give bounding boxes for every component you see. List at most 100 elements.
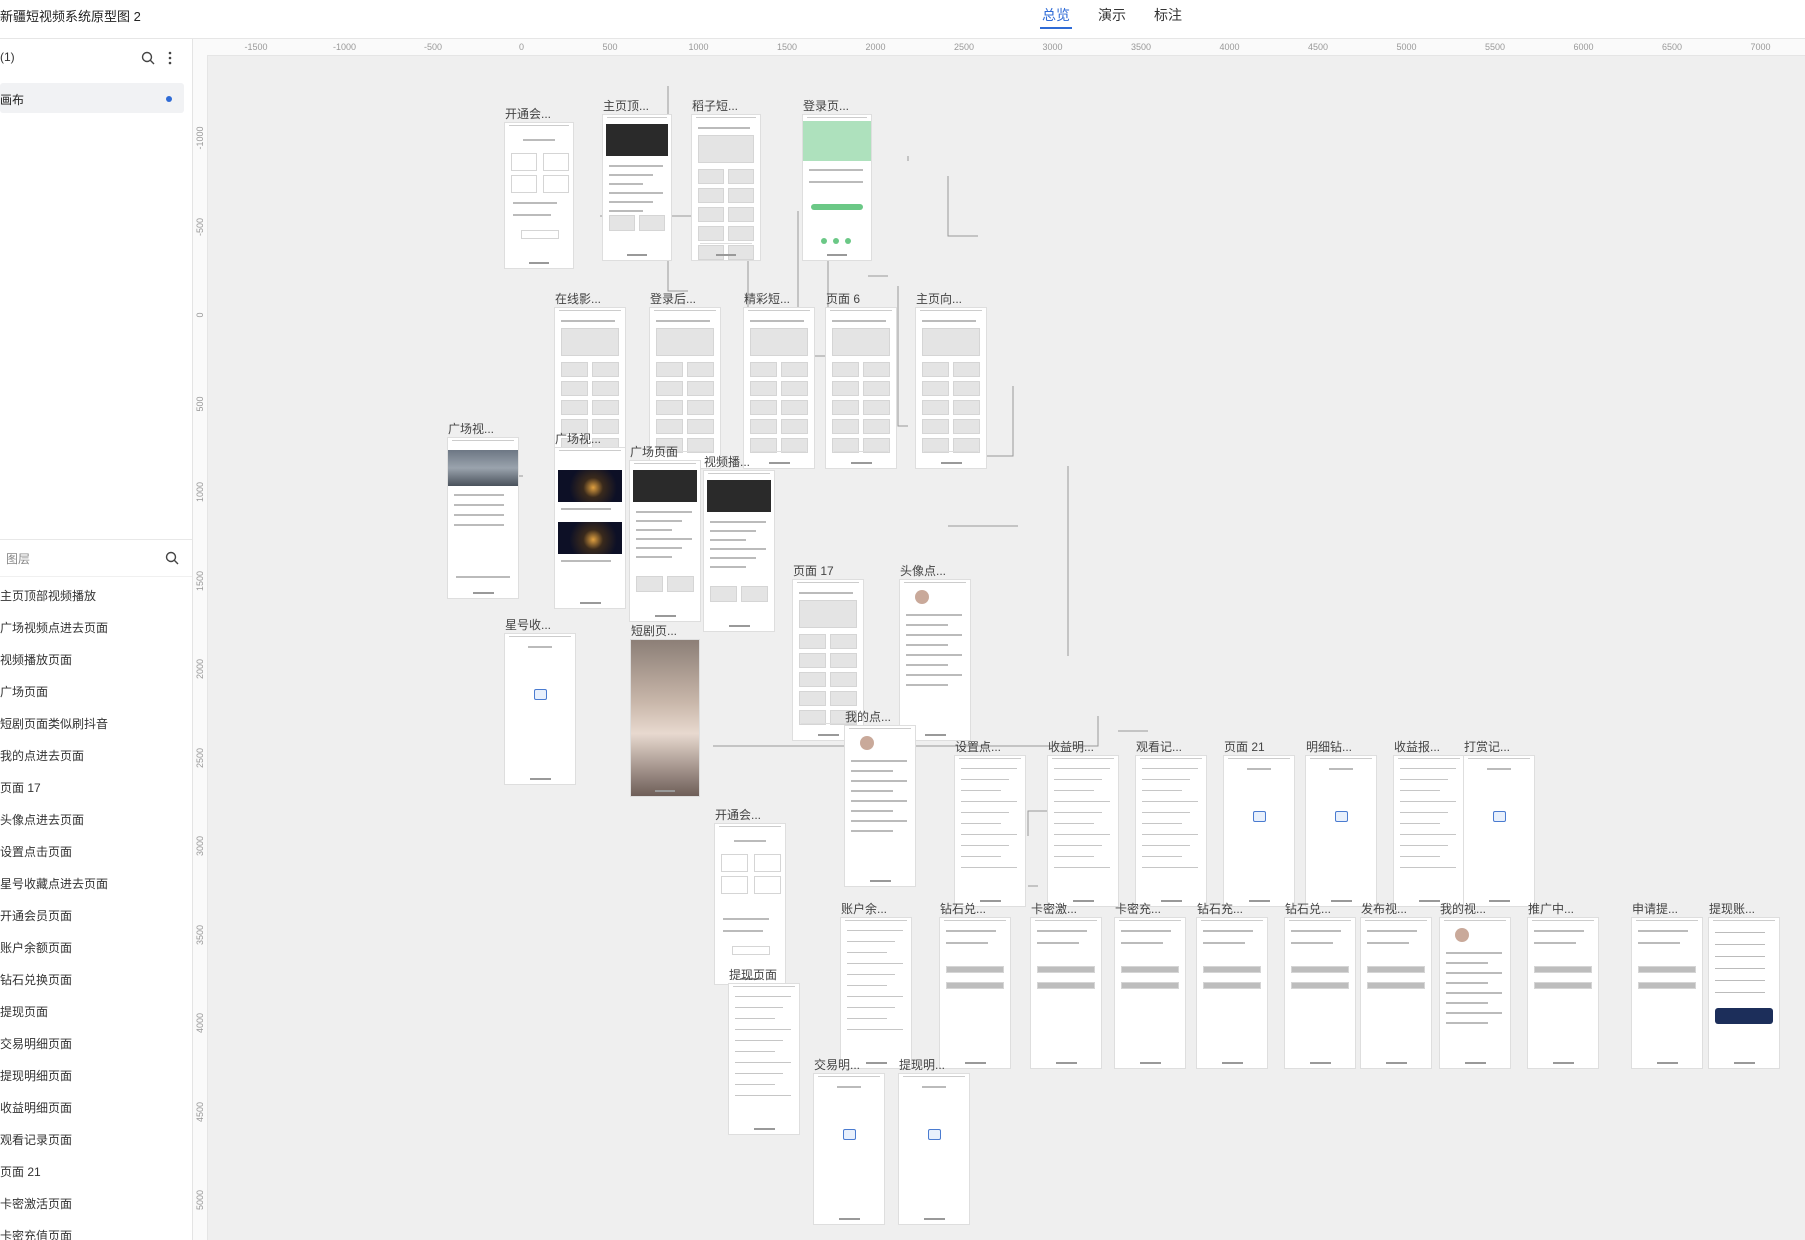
more-options-icon[interactable] bbox=[162, 50, 178, 66]
artboard-label[interactable]: 账户余... bbox=[841, 900, 887, 917]
design-canvas[interactable]: 开通会... 主页顶... 稻子短... 登录页... 在线影... 登录后... 精彩短.… bbox=[208, 56, 1805, 1240]
artboard-label[interactable]: 我的视... bbox=[1440, 900, 1486, 917]
artboard-label[interactable]: 主页顶... bbox=[603, 97, 649, 114]
search-icon[interactable] bbox=[140, 50, 156, 66]
artboard-label[interactable]: 设置点... bbox=[955, 738, 1001, 755]
tab-overview[interactable]: 总览 bbox=[1040, 0, 1072, 32]
artboard[interactable]: 短剧页... bbox=[631, 624, 699, 796]
layer-item[interactable]: 视频播放页面 bbox=[0, 645, 192, 677]
artboard[interactable]: 收益明... bbox=[1048, 740, 1118, 906]
layer-item[interactable]: 我的点进去页面 bbox=[0, 741, 192, 773]
layers-search-input[interactable]: 图层 bbox=[6, 550, 30, 567]
artboard-label[interactable]: 打赏记... bbox=[1464, 738, 1510, 755]
artboard[interactable]: 主页顶... bbox=[603, 99, 671, 260]
artboard-label[interactable]: 短剧页... bbox=[631, 622, 677, 639]
artboard[interactable]: 头像点... bbox=[900, 564, 970, 740]
artboard[interactable]: 推广中... bbox=[1528, 902, 1598, 1068]
artboard[interactable]: 观看记... bbox=[1136, 740, 1206, 906]
layer-item[interactable]: 广场视频点进去页面 bbox=[0, 613, 192, 645]
artboard-label[interactable]: 广场页面 bbox=[630, 443, 678, 460]
artboard-label[interactable]: 钻石充... bbox=[1197, 900, 1243, 917]
artboard-label[interactable]: 主页向... bbox=[916, 290, 962, 307]
layer-item[interactable]: 设置点击页面 bbox=[0, 837, 192, 869]
layer-item[interactable]: 账户余额页面 bbox=[0, 933, 192, 965]
layer-item[interactable]: 观看记录页面 bbox=[0, 1125, 192, 1157]
layer-item[interactable]: 钻石兑换页面 bbox=[0, 965, 192, 997]
layer-item[interactable]: 短剧页面类似刷抖音 bbox=[0, 709, 192, 741]
artboard[interactable]: 页面 6 bbox=[826, 292, 896, 468]
artboard-label[interactable]: 头像点... bbox=[900, 562, 946, 579]
layer-item[interactable]: 星号收藏点进去页面 bbox=[0, 869, 192, 901]
artboard[interactable]: 设置点... bbox=[955, 740, 1025, 906]
artboard[interactable]: 页面 21 bbox=[1224, 740, 1294, 906]
artboard-label[interactable]: 登录后... bbox=[650, 290, 696, 307]
layer-item[interactable]: 页面 17 bbox=[0, 773, 192, 805]
artboard[interactable]: 登录页... bbox=[803, 99, 871, 260]
artboard[interactable]: 精彩短... bbox=[744, 292, 814, 468]
layer-item[interactable]: 广场页面 bbox=[0, 677, 192, 709]
artboard-label[interactable]: 收益报... bbox=[1394, 738, 1440, 755]
page-item-canvas[interactable]: 画布 bbox=[0, 83, 184, 113]
artboard[interactable]: 钻石兑... bbox=[940, 902, 1010, 1068]
artboard-label[interactable]: 推广中... bbox=[1528, 900, 1574, 917]
layer-item[interactable]: 提现页面 bbox=[0, 997, 192, 1029]
artboard[interactable]: 明细钻... bbox=[1306, 740, 1376, 906]
artboard[interactable]: 星号收... bbox=[505, 618, 575, 784]
artboard-label[interactable]: 钻石兑... bbox=[940, 900, 986, 917]
artboard[interactable]: 交易明... bbox=[814, 1058, 884, 1224]
layers-search-icon[interactable] bbox=[164, 550, 180, 566]
artboard[interactable]: 主页向... bbox=[916, 292, 986, 468]
artboard[interactable]: 卡密充... bbox=[1115, 902, 1185, 1068]
layer-item[interactable]: 开通会员页面 bbox=[0, 901, 192, 933]
artboard-label[interactable]: 在线影... bbox=[555, 290, 601, 307]
layer-item[interactable]: 主页顶部视频播放 bbox=[0, 581, 192, 613]
artboard-label[interactable]: 精彩短... bbox=[744, 290, 790, 307]
artboard[interactable]: 提现明... bbox=[899, 1058, 969, 1224]
artboard-label[interactable]: 钻石兑... bbox=[1285, 900, 1331, 917]
artboard-label[interactable]: 卡密激... bbox=[1031, 900, 1077, 917]
layer-item[interactable]: 卡密充值页面 bbox=[0, 1221, 192, 1240]
artboard-label[interactable]: 提现页面 bbox=[729, 966, 777, 983]
artboard[interactable]: 广场视... bbox=[555, 432, 625, 608]
tab-present[interactable]: 演示 bbox=[1096, 0, 1128, 32]
artboard-label[interactable]: 稻子短... bbox=[692, 97, 738, 114]
artboard-label[interactable]: 登录页... bbox=[803, 97, 849, 114]
layer-item[interactable]: 交易明细页面 bbox=[0, 1029, 192, 1061]
artboard-label[interactable]: 页面 17 bbox=[793, 562, 834, 579]
artboard[interactable]: 收益报... bbox=[1394, 740, 1464, 906]
layer-item[interactable]: 提现明细页面 bbox=[0, 1061, 192, 1093]
artboard-label[interactable]: 交易明... bbox=[814, 1056, 860, 1073]
artboard-label[interactable]: 提现账... bbox=[1709, 900, 1755, 917]
artboard-label[interactable]: 卡密充... bbox=[1115, 900, 1161, 917]
artboard-label[interactable]: 页面 6 bbox=[826, 290, 860, 307]
artboard[interactable]: 申请提... bbox=[1632, 902, 1702, 1068]
artboard[interactable]: 打赏记... bbox=[1464, 740, 1534, 906]
artboard-label[interactable]: 发布视... bbox=[1361, 900, 1407, 917]
artboard-label[interactable]: 广场视... bbox=[448, 420, 494, 437]
artboard-label[interactable]: 星号收... bbox=[505, 616, 551, 633]
tab-annotate[interactable]: 标注 bbox=[1152, 0, 1184, 32]
artboard[interactable]: 广场视... bbox=[448, 422, 518, 598]
artboard[interactable]: 我的点... bbox=[845, 710, 915, 886]
artboard[interactable]: 稻子短... bbox=[692, 99, 760, 260]
artboard[interactable]: 钻石兑... bbox=[1285, 902, 1355, 1068]
artboard[interactable]: 开通会... bbox=[505, 107, 573, 268]
artboard-label[interactable]: 我的点... bbox=[845, 708, 891, 725]
artboard-label[interactable]: 开通会... bbox=[715, 806, 761, 823]
artboard[interactable]: 提现账... bbox=[1709, 902, 1779, 1068]
artboard-label[interactable]: 视频播... bbox=[704, 453, 750, 470]
artboard[interactable]: 账户余... bbox=[841, 902, 911, 1068]
artboard-label[interactable]: 收益明... bbox=[1048, 738, 1094, 755]
artboard-label[interactable]: 页面 21 bbox=[1224, 738, 1265, 755]
layer-item[interactable]: 页面 21 bbox=[0, 1157, 192, 1189]
artboard-label[interactable]: 提现明... bbox=[899, 1056, 945, 1073]
artboard[interactable]: 提现页面 bbox=[729, 968, 799, 1134]
artboard[interactable]: 发布视... bbox=[1361, 902, 1431, 1068]
artboard-label[interactable]: 广场视... bbox=[555, 430, 601, 447]
artboard-label[interactable]: 观看记... bbox=[1136, 738, 1182, 755]
artboard[interactable]: 广场页面 bbox=[630, 445, 700, 621]
artboard[interactable]: 我的视... bbox=[1440, 902, 1510, 1068]
artboard[interactable]: 钻石充... bbox=[1197, 902, 1267, 1068]
layer-item[interactable]: 卡密激活页面 bbox=[0, 1189, 192, 1221]
artboard[interactable]: 视频播... bbox=[704, 455, 774, 631]
